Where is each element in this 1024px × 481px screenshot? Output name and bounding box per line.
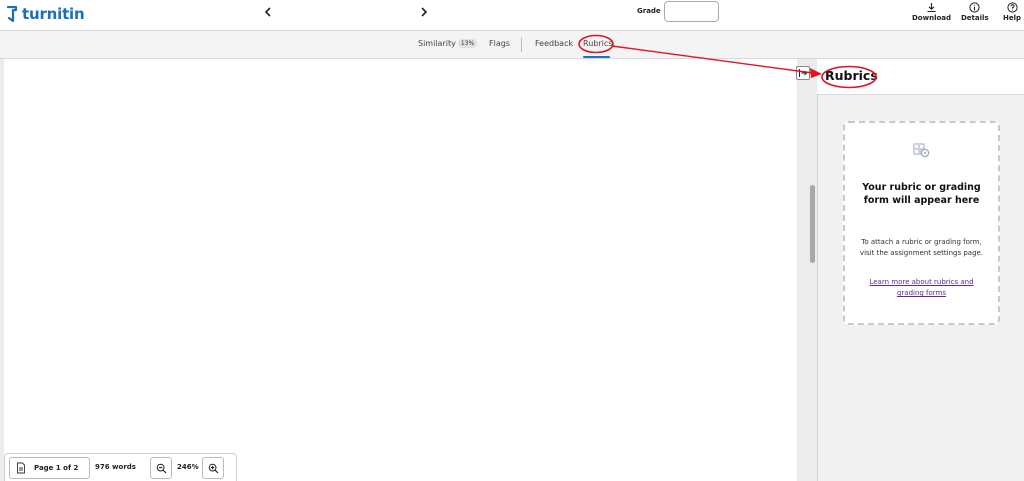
document-scroll-thumb[interactable] [810, 185, 815, 263]
rubric-empty-title: Your rubric or grading form will appear … [862, 182, 981, 206]
info-icon [969, 2, 980, 13]
zoom-out-icon [156, 463, 166, 473]
rubrics-panel-title: Rubrics [825, 68, 878, 83]
previous-submission-button[interactable] [261, 3, 275, 21]
zoom-in-icon [208, 463, 218, 473]
chevron-right-icon [421, 7, 428, 17]
zoom-in-button[interactable] [202, 457, 224, 479]
zoom-level: 246% [177, 463, 199, 471]
rubric-empty-description: To attach a rubric or grading form, visi… [859, 238, 984, 257]
collapse-panel-button[interactable] [796, 66, 810, 80]
active-tab-indicator [583, 56, 610, 58]
page-navigation-button[interactable]: Page 1 of 2 [9, 457, 90, 479]
next-submission-button[interactable] [417, 3, 431, 21]
similarity-score-badge: 13% [457, 39, 478, 48]
collapse-panel-icon [799, 69, 808, 77]
rubric-icon [913, 143, 930, 158]
tab-flags-label: Flags [489, 39, 510, 48]
help-icon [1006, 2, 1018, 13]
top-header: turnitin Grade Download Details Help [0, 0, 1024, 31]
document-scrollbar[interactable] [809, 70, 815, 481]
details-label: Details [961, 14, 989, 22]
zoom-out-button[interactable] [150, 457, 172, 479]
download-button[interactable]: Download [912, 2, 951, 22]
tab-flags[interactable]: Flags [489, 39, 510, 48]
turnitin-logo-icon [6, 5, 18, 22]
view-tabs: Similarity 13% Flags Feedback Rubrics [0, 31, 1024, 59]
tab-similarity[interactable]: Similarity 13% [418, 39, 478, 48]
download-icon [927, 3, 936, 13]
tab-feedback-label: Feedback [535, 39, 574, 48]
tab-feedback[interactable]: Feedback [535, 39, 573, 48]
document-toolbar: Page 1 of 2 976 words 246% [4, 453, 237, 481]
help-label: Help [1003, 14, 1022, 22]
submission-title-box [278, 2, 414, 26]
tab-rubrics-label: Rubrics [583, 39, 613, 48]
learn-more-rubrics-link[interactable]: Learn more about rubrics and grading for… [855, 277, 988, 299]
word-count: 976 words [95, 463, 136, 471]
turnitin-logo[interactable]: turnitin [6, 4, 85, 24]
tab-rubrics[interactable]: Rubrics [583, 39, 612, 48]
document-viewer [0, 59, 817, 481]
grade-label: Grade [637, 7, 661, 15]
tab-divider [521, 38, 522, 52]
document-page [4, 59, 797, 481]
document-icon [17, 462, 25, 474]
help-button[interactable]: Help [1003, 2, 1021, 22]
logo-text: turnitin [22, 5, 85, 23]
download-label: Download [912, 14, 952, 22]
page-indicator: Page 1 of 2 [34, 464, 79, 472]
details-button[interactable]: Details [961, 2, 989, 22]
chevron-left-icon [264, 7, 271, 17]
tab-similarity-label: Similarity [418, 39, 456, 48]
grade-input[interactable] [664, 1, 719, 22]
